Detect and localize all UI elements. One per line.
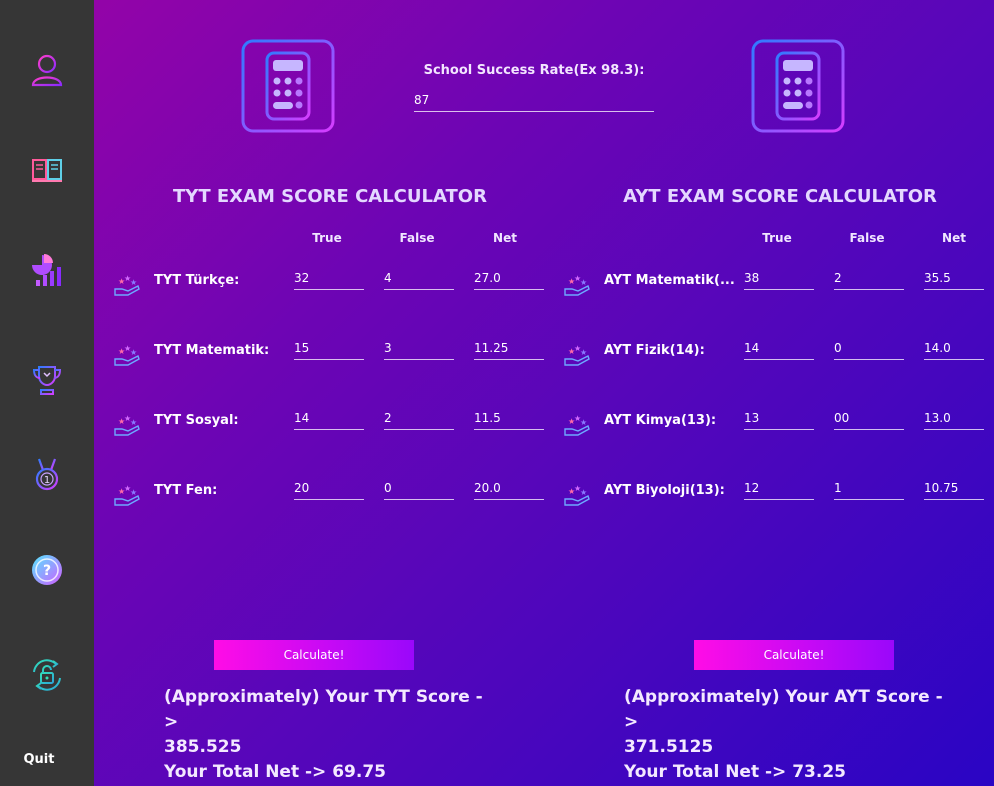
ayt-fizik-true-input[interactable]	[744, 341, 814, 360]
tyt-section-title: TYT EXAM SCORE CALCULATOR	[173, 186, 487, 207]
hand-stars-icon: ★ ★ ★	[114, 414, 140, 436]
tyt-matematik-true-input[interactable]	[294, 341, 364, 360]
tyt-fen-true-input[interactable]	[294, 481, 364, 500]
hand-stars-icon: ★ ★ ★	[114, 274, 140, 296]
tyt-fen-net-field[interactable]	[474, 481, 544, 500]
ayt-result: (Approximately) Your AYT Score -> 371.51…	[624, 685, 954, 785]
tyt-sosyal-false-input[interactable]	[384, 411, 454, 430]
lock-icon	[33, 659, 61, 691]
ayt-kimya-net-field[interactable]	[924, 411, 984, 430]
hand-stars-icon: ★ ★ ★	[564, 484, 590, 506]
ayt-matematik-false-input[interactable]	[834, 271, 904, 290]
tyt-matematik-label: TYT Matematik:	[154, 343, 270, 358]
tyt-net-header: Net	[493, 231, 517, 245]
tyt-turkce-label: TYT Türkçe:	[154, 273, 240, 288]
tyt-true-header: True	[312, 231, 342, 245]
tyt-calculate-button[interactable]: Calculate!	[214, 640, 414, 670]
svg-text:★: ★	[580, 278, 587, 287]
svg-text:★: ★	[580, 348, 587, 357]
ayt-matematik-net-field[interactable]	[924, 271, 984, 290]
ayt-score-label: (Approximately) Your AYT Score ->	[624, 687, 943, 732]
ayt-false-header: False	[849, 231, 885, 245]
sidebar-item-ranking[interactable]: 1	[0, 445, 94, 505]
sidebar-item-statistics[interactable]	[0, 240, 94, 300]
ayt-matematik-label: AYT Matematik(...	[604, 273, 735, 288]
tyt-false-header: False	[399, 231, 435, 245]
ayt-score-value: 371.5125	[624, 737, 714, 757]
ayt-matematik-true-input[interactable]	[744, 271, 814, 290]
trophy-icon	[32, 366, 62, 395]
ayt-kimya-true-input[interactable]	[744, 411, 814, 430]
tyt-sosyal-label: TYT Sosyal:	[154, 413, 239, 428]
tyt-matematik-false-input[interactable]	[384, 341, 454, 360]
tyt-sosyal-net-field[interactable]	[474, 411, 544, 430]
tyt-fen-false-input[interactable]	[384, 481, 454, 500]
svg-text:★: ★	[130, 278, 137, 287]
svg-text:★: ★	[130, 488, 137, 497]
tyt-turkce-false-input[interactable]	[384, 271, 454, 290]
quit-button[interactable]: Quit	[0, 752, 78, 767]
svg-text:★: ★	[580, 488, 587, 497]
svg-text:?: ?	[43, 563, 51, 579]
hand-stars-icon: ★ ★ ★	[564, 414, 590, 436]
ayt-kimya-false-input[interactable]	[834, 411, 904, 430]
ayt-biyoloji-false-input[interactable]	[834, 481, 904, 500]
tyt-fen-label: TYT Fen:	[154, 483, 218, 498]
sidebar-item-security[interactable]	[0, 645, 94, 705]
tyt-turkce-true-input[interactable]	[294, 271, 364, 290]
ayt-net-header: Net	[942, 231, 966, 245]
ayt-fizik-label: AYT Fizik(14):	[604, 343, 705, 358]
svg-text:1: 1	[44, 475, 50, 486]
ayt-kimya-label: AYT Kimya(13):	[604, 413, 717, 428]
svg-text:★: ★	[130, 418, 137, 427]
sidebar: 1 ? Quit	[0, 0, 94, 786]
hand-stars-icon: ★ ★ ★	[114, 344, 140, 366]
hand-stars-icon: ★ ★ ★	[114, 484, 140, 506]
ayt-section-title: AYT EXAM SCORE CALCULATOR	[623, 186, 937, 207]
school-success-input[interactable]	[414, 93, 654, 112]
school-success-label: School Success Rate(Ex 98.3):	[423, 63, 645, 78]
help-icon: ?	[32, 555, 62, 585]
tyt-total-net: Your Total Net -> 69.75	[164, 762, 386, 782]
ayt-true-header: True	[762, 231, 792, 245]
hand-stars-icon: ★ ★ ★	[564, 274, 590, 296]
tyt-result: (Approximately) Your TYT Score -> 385.52…	[164, 685, 494, 785]
user-icon	[31, 54, 63, 87]
tyt-score-label: (Approximately) Your TYT Score ->	[164, 687, 483, 732]
ayt-biyoloji-true-input[interactable]	[744, 481, 814, 500]
svg-text:★: ★	[580, 418, 587, 427]
tyt-calculator-icon	[241, 39, 335, 133]
sidebar-item-profile[interactable]	[0, 40, 94, 100]
ayt-calculator-icon	[751, 39, 845, 133]
svg-text:★: ★	[130, 348, 137, 357]
tyt-sosyal-true-input[interactable]	[294, 411, 364, 430]
book-icon	[32, 159, 62, 182]
sidebar-item-achievements[interactable]	[0, 350, 94, 410]
chart-icon	[32, 254, 61, 286]
medal-icon: 1	[35, 458, 59, 491]
ayt-total-net: Your Total Net -> 73.25	[624, 762, 846, 782]
sidebar-item-help[interactable]: ?	[0, 540, 94, 600]
tyt-score-value: 385.525	[164, 737, 242, 757]
ayt-biyoloji-label: AYT Biyoloji(13):	[604, 483, 725, 498]
sidebar-item-notes[interactable]	[0, 140, 94, 200]
tyt-turkce-net-field[interactable]	[474, 271, 544, 290]
ayt-fizik-false-input[interactable]	[834, 341, 904, 360]
ayt-calculate-button[interactable]: Calculate!	[694, 640, 894, 670]
tyt-matematik-net-field[interactable]	[474, 341, 544, 360]
ayt-fizik-net-field[interactable]	[924, 341, 984, 360]
ayt-biyoloji-net-field[interactable]	[924, 481, 984, 500]
hand-stars-icon: ★ ★ ★	[564, 344, 590, 366]
